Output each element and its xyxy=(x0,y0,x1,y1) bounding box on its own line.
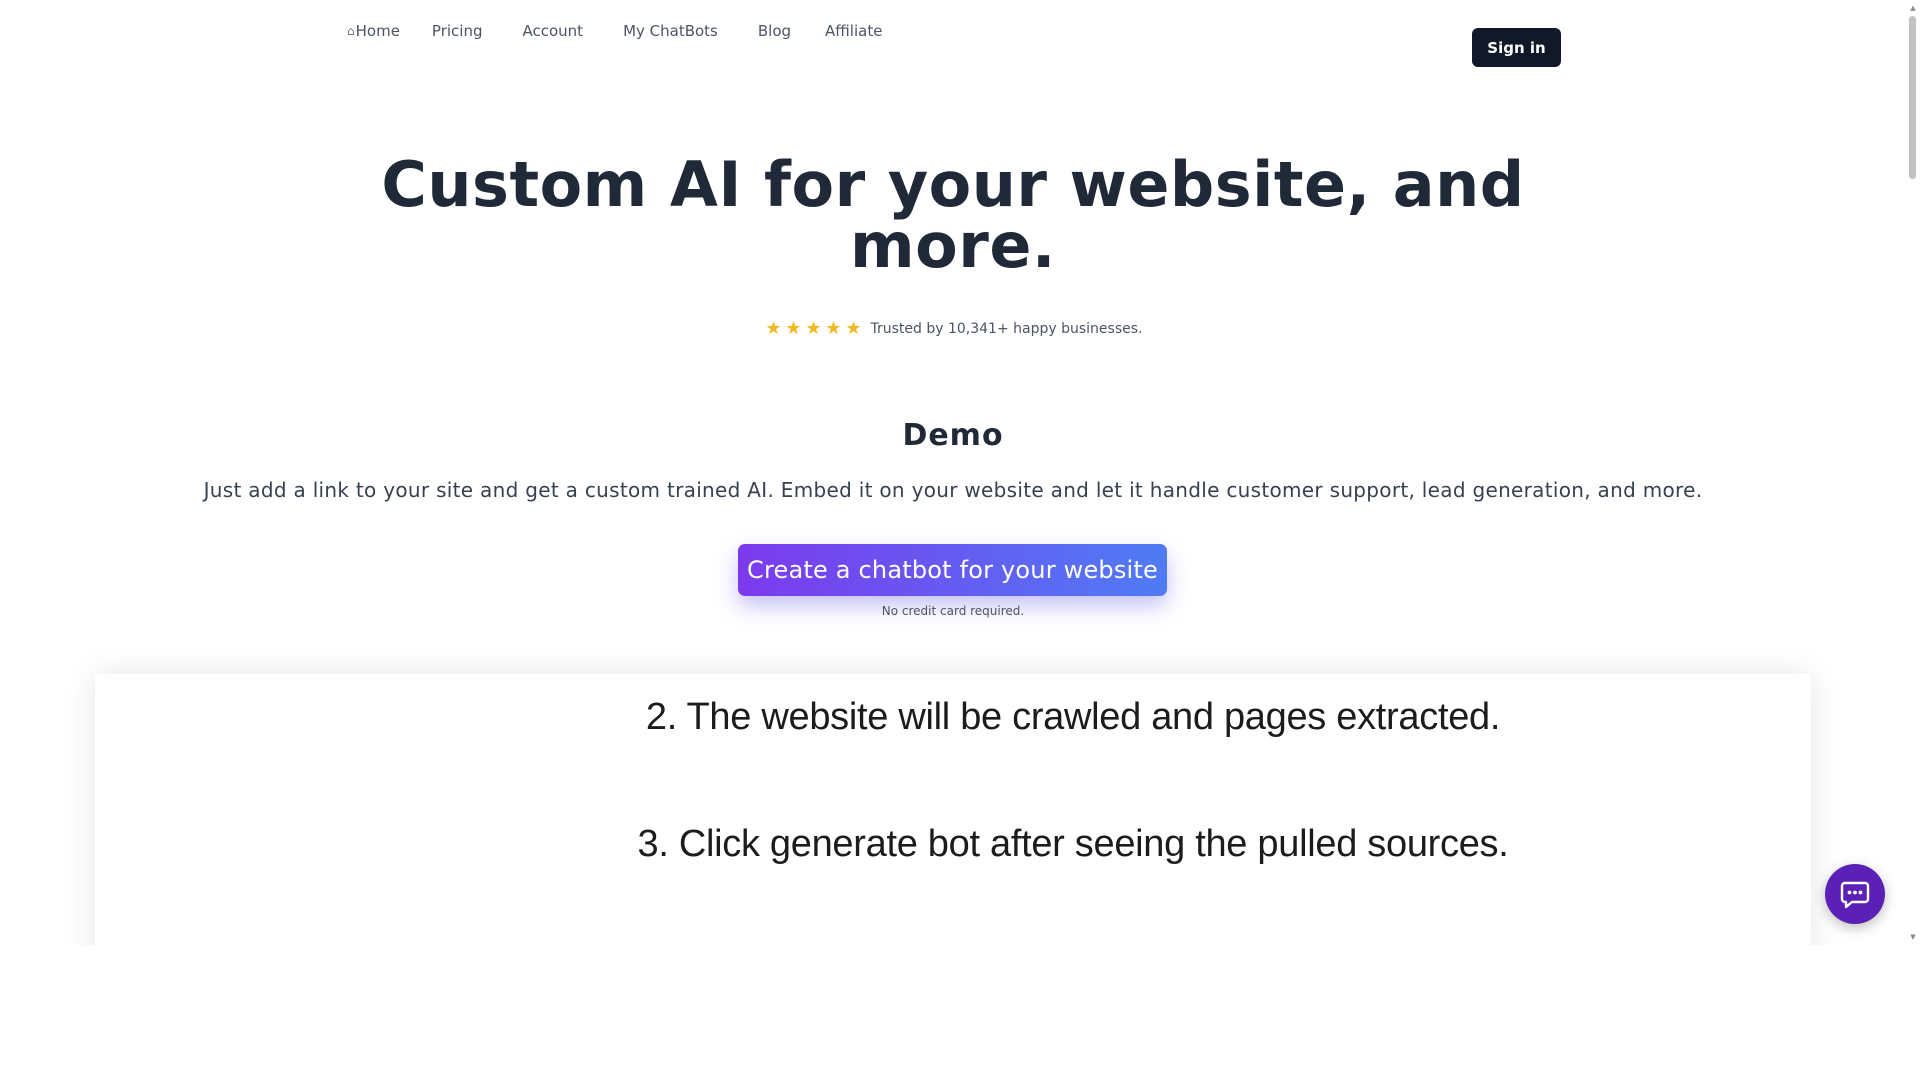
hero-title: Custom AI for your website, and more. xyxy=(0,154,1906,277)
chat-launcher-button[interactable] xyxy=(1825,864,1885,924)
star-icon: ★ xyxy=(805,318,822,339)
demo-description: Just add a link to your site and get a c… xyxy=(203,478,1703,502)
home-icon: ⌂ xyxy=(347,24,355,38)
video-step-2: 2. The website will be crawled and pages… xyxy=(645,696,1501,738)
sign-in-button[interactable]: Sign in xyxy=(1472,28,1561,67)
create-chatbot-button[interactable]: Create a chatbot for your website xyxy=(738,544,1167,596)
top-nav: ⌂ Home Pricing Account My ChatBots Blog … xyxy=(347,22,916,40)
scroll-up-arrow-icon[interactable]: ▲ xyxy=(1909,4,1917,12)
scroll-thumb[interactable] xyxy=(1909,16,1916,179)
hero-title-line2: more. xyxy=(850,209,1056,282)
nav-pricing[interactable]: Pricing xyxy=(432,22,483,40)
trusted-text: Trusted by 10,341+ happy businesses. xyxy=(870,321,1143,337)
page-viewport: ⌂ Home Pricing Account My ChatBots Blog … xyxy=(0,0,1920,945)
demo-heading: Demo xyxy=(902,418,1004,453)
nav-home-label: Home xyxy=(355,22,400,40)
nav-blog[interactable]: Blog xyxy=(758,22,791,40)
star-icon: ★ xyxy=(845,318,862,339)
star-icon: ★ xyxy=(785,318,802,339)
scroll-down-arrow-icon[interactable]: ▼ xyxy=(1909,933,1917,941)
star-icon: ★ xyxy=(765,318,782,339)
chat-bubble-icon xyxy=(1840,881,1870,909)
nav-my-chatbots[interactable]: My ChatBots xyxy=(623,22,718,40)
nav-account[interactable]: Account xyxy=(522,22,583,40)
no-credit-card-note: No credit card required. xyxy=(881,604,1025,618)
vertical-scrollbar[interactable]: ▲ ▼ xyxy=(1906,0,1920,945)
nav-home[interactable]: ⌂ Home xyxy=(347,22,400,40)
video-step-3: 3. Click generate bot after seeing the p… xyxy=(637,823,1509,865)
rating-row: ★ ★ ★ ★ ★ Trusted by 10,341+ happy busin… xyxy=(0,320,1906,338)
nav-affiliate[interactable]: Affiliate xyxy=(825,22,882,40)
demo-video[interactable]: 2. The website will be crawled and pages… xyxy=(95,674,1811,945)
star-icon: ★ xyxy=(825,318,842,339)
star-rating: ★ ★ ★ ★ ★ xyxy=(764,320,864,338)
